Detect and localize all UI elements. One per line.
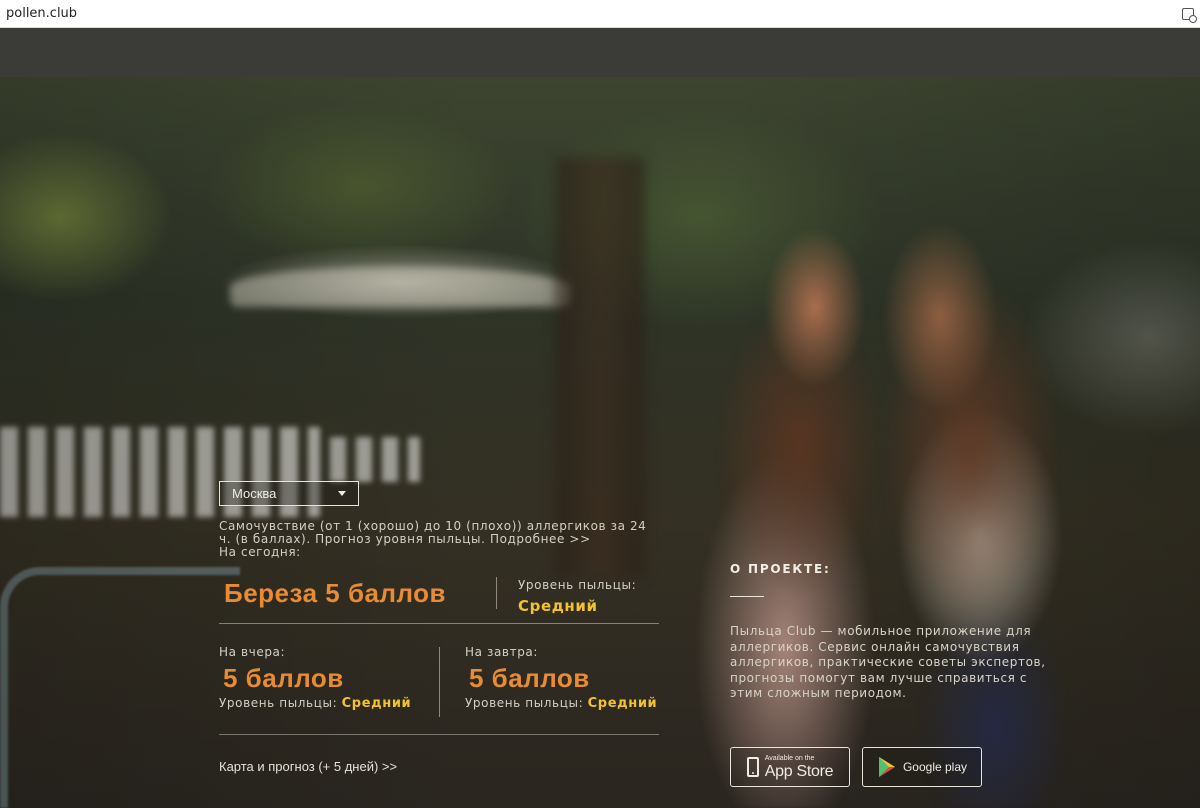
play-icon (878, 757, 895, 777)
app-store-button[interactable]: Available on the App Store (730, 747, 850, 787)
tomorrow-forecast: На завтра: 5 баллов Уровень пыльцы: Сред… (465, 645, 685, 712)
today-divider (496, 577, 497, 609)
days-divider (439, 647, 440, 717)
intro-more-link[interactable]: Самочувствие (от 1 (хорошо) до 10 (плохо… (219, 519, 646, 546)
page-info-icon[interactable] (1182, 7, 1197, 23)
yesterday-label: На вчера: (219, 645, 286, 659)
today-level: Уровень пыльцы: Средний (518, 576, 636, 615)
tomorrow-level: Уровень пыльцы: Средний (465, 694, 685, 712)
yesterday-forecast: На вчера: 5 баллов Уровень пыльцы: Средн… (219, 645, 439, 712)
tomorrow-label: На завтра: (465, 645, 539, 659)
city-select-value: Москва (232, 486, 277, 501)
google-play-text: Google play (902, 760, 968, 774)
app-store-text: Available on the App Store (764, 754, 834, 780)
yesterday-level-label: Уровень пыльцы: (219, 696, 338, 710)
today-level-value: Средний (518, 597, 598, 615)
browser-tab-bar: pollen.club (0, 0, 1200, 28)
about-text: Пыльца Club — мобильное приложение для а… (730, 624, 1046, 700)
tab-title[interactable]: pollen.club (6, 6, 77, 21)
tomorrow-level-label: Уровень пыльцы: (465, 696, 584, 710)
app-store-small-text: Available on the (764, 754, 815, 762)
google-play-button[interactable]: Google play (862, 747, 982, 787)
yesterday-level: Уровень пыльцы: Средний (219, 694, 439, 712)
forecast-bottom-divider (219, 734, 659, 735)
chevron-down-icon (338, 491, 346, 496)
today-headline: Береза 5 баллов (224, 578, 447, 608)
intro-text: Самочувствие (от 1 (хорошо) до 10 (плохо… (219, 520, 659, 559)
tomorrow-score: 5 баллов (469, 663, 590, 693)
phone-icon (746, 757, 759, 777)
yesterday-level-value: Средний (341, 696, 412, 711)
app-store-big-text: App Store (764, 762, 834, 780)
map-forecast-link[interactable]: Карта и прогноз (+ 5 дней) >> (219, 759, 397, 774)
today-level-label: Уровень пыльцы: (518, 578, 637, 592)
about-title: О ПРОЕКТЕ: (730, 562, 831, 576)
tomorrow-level-value: Средний (587, 696, 658, 711)
today-forecast: Береза 5 баллов Уровень пыльцы: Средний (219, 572, 659, 624)
about-divider (730, 596, 764, 597)
today-label: На сегодня: (219, 545, 301, 559)
site-top-nav (0, 28, 1200, 77)
city-select[interactable]: Москва (219, 481, 359, 506)
yesterday-score: 5 баллов (223, 663, 344, 693)
